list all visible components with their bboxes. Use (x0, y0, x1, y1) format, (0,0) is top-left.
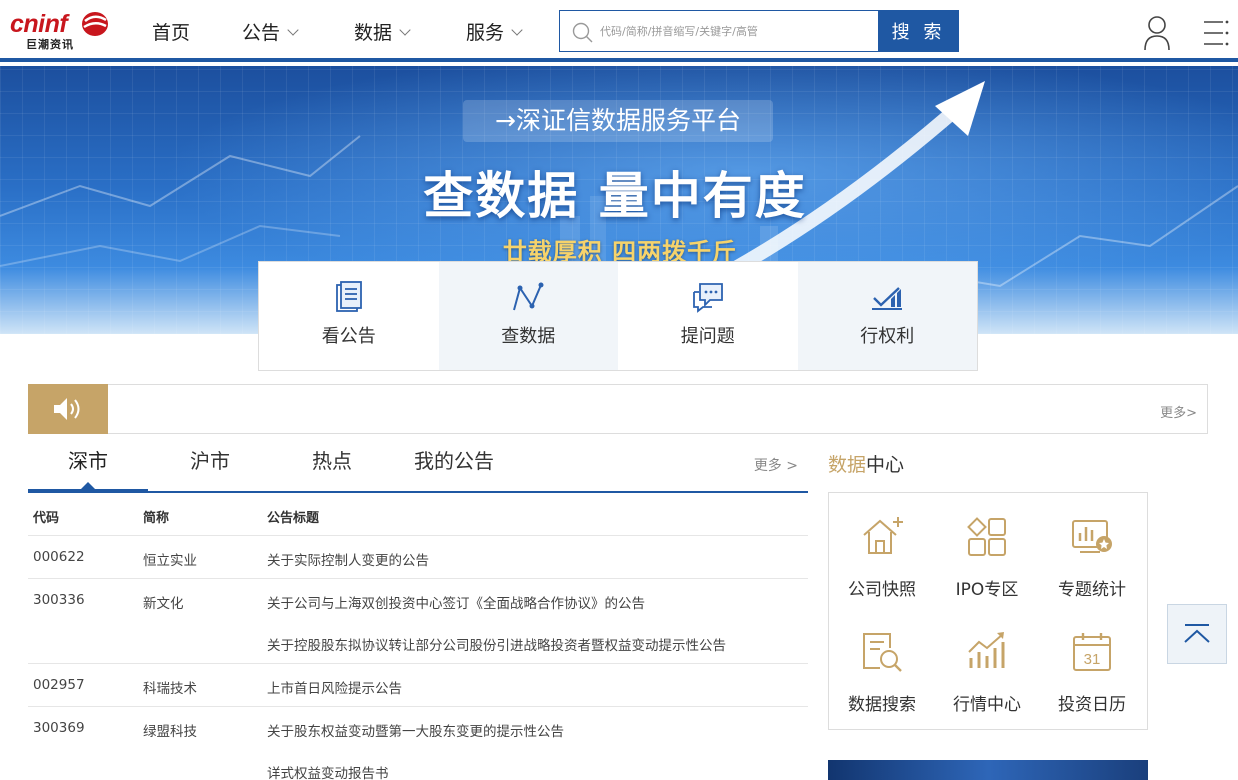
stock-code[interactable]: 002957 (33, 677, 85, 693)
stock-name[interactable]: 新文化 (143, 592, 184, 612)
company-snapshot-icon (863, 517, 903, 554)
check-chart-icon (872, 287, 903, 310)
search-box (559, 10, 879, 52)
search-button[interactable]: 搜 索 (878, 10, 959, 52)
dc-company-snapshot[interactable]: 公司快照 (829, 493, 935, 603)
announcement-title[interactable]: 关于股东权益变动暨第一大股东变更的提示性公告 (267, 720, 564, 740)
table-row: 000622 恒立实业 关于实际控制人变更的公告 (28, 536, 808, 579)
quick-entries: 看公告 查数据 提问题 行权利 (258, 261, 978, 371)
tab-shanghai[interactable]: 沪市 (150, 440, 270, 491)
nav-data[interactable]: 数据 (354, 18, 466, 45)
stock-code[interactable]: 300369 (33, 720, 85, 736)
stock-code[interactable]: 000622 (33, 549, 85, 565)
banner-platform-tag: →深证信数据服务平台 (463, 100, 773, 142)
dc-market-center[interactable]: 行情中心 (934, 608, 1040, 718)
announcements-more-link[interactable]: 更多 > (754, 455, 798, 475)
header-name: 简称 (143, 511, 170, 526)
line-chart-icon (513, 282, 544, 311)
document-icon (335, 281, 362, 312)
tab-shenzhen[interactable]: 深市 (28, 440, 148, 493)
header-code: 代码 (33, 511, 60, 526)
logo-wordmark: cninf (10, 10, 68, 38)
logo-subtitle: 巨潮资讯 (26, 38, 74, 51)
nav-announcements[interactable]: 公告 (242, 18, 354, 45)
tab-hot[interactable]: 热点 (272, 440, 392, 491)
nav-home[interactable]: 首页 (152, 18, 242, 45)
search-input[interactable] (600, 19, 870, 43)
stock-name[interactable]: 绿盟科技 (143, 720, 197, 740)
stock-name[interactable]: 科瑞技术 (143, 677, 197, 697)
table-row: 002957 科瑞技术 上市首日风险提示公告 (28, 664, 808, 707)
main-nav: 首页 公告 数据 服务 (152, 18, 546, 45)
header-title: 公告标题 (267, 511, 320, 526)
notice-more-link[interactable]: 更多> (1160, 402, 1197, 421)
stock-name[interactable]: 恒立实业 (143, 549, 197, 569)
announcement-table: 代码 简称 公告标题 000622 恒立实业 关于实际控制人变更的公告 3003… (28, 493, 808, 780)
ipo-grid-icon (967, 517, 1006, 556)
dc-special-statistics[interactable]: 专题统计 (1039, 493, 1145, 603)
quick-exercise-rights[interactable]: 行权利 (797, 262, 977, 370)
data-search-icon (863, 633, 902, 672)
announcement-title[interactable]: 关于控股股东拟协议转让部分公司股份引进战略投资者暨权益变动提示性公告 (267, 634, 726, 654)
chevron-down-icon (511, 23, 523, 36)
stock-code[interactable]: 300336 (33, 592, 85, 608)
table-row: 300336 新文化 关于公司与上海双创投资中心签订《全面战略合作协议》的公告 … (28, 579, 808, 664)
dc-ipo-zone[interactable]: IPO专区 (934, 493, 1040, 603)
nav-services[interactable]: 服务 (466, 18, 546, 45)
tab-my-announcements[interactable]: 我的公告 (394, 440, 514, 491)
menu-icon[interactable] (1201, 18, 1231, 48)
announcement-title[interactable]: 关于实际控制人变更的公告 (267, 549, 429, 569)
chat-icon (692, 283, 723, 313)
quick-search-data[interactable]: 查数据 (438, 262, 618, 370)
data-center-panel: 公司快照 IPO专区 专题统计 数据搜索 行情中心 31 投资日历 (828, 492, 1148, 730)
table-header: 代码 简称 公告标题 (28, 493, 808, 536)
svg-text:31: 31 (1084, 651, 1101, 668)
chevron-down-icon (399, 23, 411, 36)
data-center-title: 数据中心 (828, 454, 905, 476)
table-row: 300369 绿盟科技 关于股东权益变动暨第一大股东变更的提示性公告 详式权益变… (28, 707, 808, 780)
user-icon[interactable] (1140, 14, 1174, 52)
cninf-logo[interactable]: cninf 巨潮资讯 (10, 10, 110, 52)
market-icon (968, 632, 1005, 668)
data-center-promo-banner[interactable] (828, 760, 1148, 780)
chevron-down-icon (287, 23, 299, 36)
banner-title: 查数据 量中有度 (423, 167, 807, 225)
announcement-title[interactable]: 上市首日风险提示公告 (267, 677, 402, 697)
logo-swirl-icon (82, 12, 108, 36)
calendar-icon: 31 (1073, 633, 1111, 671)
site-header: cninf 巨潮资讯 首页 公告 数据 服务 搜 索 (0, 0, 1238, 62)
market-tabs: 深市 沪市 热点 我的公告 更多 > (28, 440, 808, 493)
speaker-icon (54, 398, 80, 420)
back-to-top-button[interactable] (1167, 604, 1227, 664)
search-icon (572, 22, 593, 43)
dc-investment-calendar[interactable]: 31 投资日历 (1039, 608, 1145, 718)
quick-view-announcements[interactable]: 看公告 (259, 262, 439, 370)
arrow-up-icon (1184, 624, 1210, 643)
announcement-title[interactable]: 关于公司与上海双创投资中心签订《全面战略合作协议》的公告 (267, 592, 645, 612)
dc-data-search[interactable]: 数据搜索 (829, 608, 935, 718)
announcement-title[interactable]: 详式权益变动报告书 (267, 762, 389, 780)
notice-bar: 更多> (28, 384, 1208, 434)
notice-speaker (28, 384, 108, 434)
statistics-icon (1072, 520, 1112, 553)
quick-ask-question[interactable]: 提问题 (618, 262, 798, 370)
